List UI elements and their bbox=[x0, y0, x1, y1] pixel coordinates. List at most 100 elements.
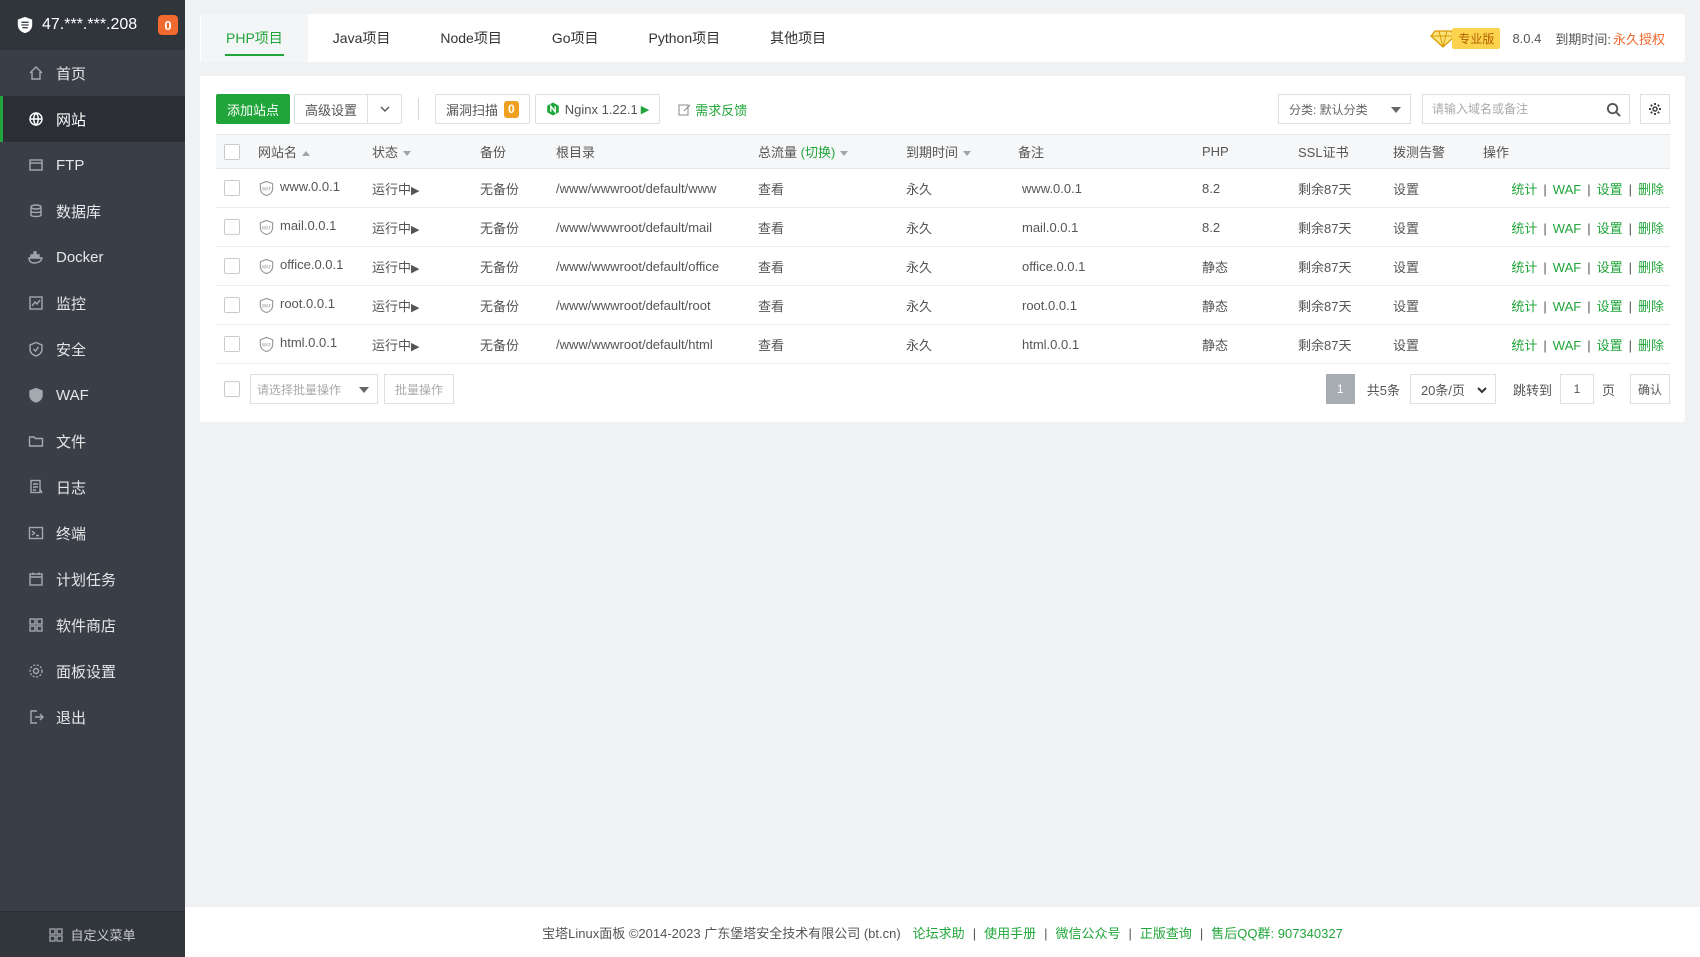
op-link-3[interactable]: 删除 bbox=[1638, 182, 1664, 197]
waf-shield-icon[interactable]: WAF bbox=[258, 219, 275, 236]
op-link-0[interactable]: 统计 bbox=[1511, 182, 1537, 197]
waf-shield-icon[interactable]: WAF bbox=[258, 258, 275, 275]
op-link-2[interactable]: 设置 bbox=[1597, 299, 1623, 314]
site-root[interactable]: /www/wwwroot/default/office bbox=[556, 246, 758, 286]
footer-link-0[interactable]: 论坛求助 bbox=[913, 926, 965, 941]
op-link-2[interactable]: 设置 bbox=[1597, 260, 1623, 275]
sidebar-item-11[interactable]: 计划任务 bbox=[0, 556, 185, 602]
site-expire[interactable]: 永久 bbox=[906, 168, 1018, 208]
footer-link-4[interactable]: 售后QQ群: 907340327 bbox=[1211, 926, 1343, 941]
site-remark[interactable]: office.0.0.1 bbox=[1018, 246, 1202, 286]
sidebar-item-6[interactable]: 安全 bbox=[0, 326, 185, 372]
site-traffic[interactable]: 查看 bbox=[758, 324, 906, 364]
site-php[interactable]: 静态 bbox=[1202, 285, 1298, 325]
site-traffic[interactable]: 查看 bbox=[758, 285, 906, 325]
batch-action-button[interactable]: 批量操作 bbox=[384, 374, 455, 404]
search-input[interactable] bbox=[1423, 95, 1606, 123]
site-name-link[interactable]: www.0.0.1 bbox=[280, 179, 340, 194]
col-name[interactable]: 网站名 bbox=[258, 134, 372, 169]
site-remark[interactable]: www.0.0.1 bbox=[1018, 168, 1202, 208]
footer-link-2[interactable]: 微信公众号 bbox=[1055, 926, 1120, 941]
site-ssl[interactable]: 剩余87天 bbox=[1298, 168, 1393, 208]
sidebar-item-9[interactable]: 日志 bbox=[0, 464, 185, 510]
site-expire[interactable]: 永久 bbox=[906, 246, 1018, 286]
site-status[interactable]: 运行中▶ bbox=[372, 285, 480, 325]
tab-project-2[interactable]: Node项目 bbox=[415, 14, 526, 62]
site-probe[interactable]: 设置 bbox=[1393, 207, 1483, 247]
col-status[interactable]: 状态 bbox=[372, 134, 480, 169]
site-name-link[interactable]: mail.0.0.1 bbox=[280, 218, 336, 233]
site-status[interactable]: 运行中▶ bbox=[372, 207, 480, 247]
waf-shield-icon[interactable]: WAF bbox=[258, 336, 275, 353]
site-probe[interactable]: 设置 bbox=[1393, 324, 1483, 364]
site-ssl[interactable]: 剩余87天 bbox=[1298, 285, 1393, 325]
site-probe[interactable]: 设置 bbox=[1393, 168, 1483, 208]
op-link-0[interactable]: 统计 bbox=[1511, 299, 1537, 314]
notification-badge[interactable]: 0 bbox=[158, 15, 178, 35]
jump-page-input[interactable]: 1 bbox=[1559, 374, 1594, 404]
page-current[interactable]: 1 bbox=[1325, 374, 1355, 404]
footer-link-1[interactable]: 使用手册 bbox=[984, 926, 1036, 941]
custom-menu-button[interactable]: 自定义菜单 bbox=[0, 911, 185, 957]
row-checkbox[interactable] bbox=[224, 180, 240, 197]
op-link-0[interactable]: 统计 bbox=[1511, 260, 1537, 275]
server-ip[interactable]: 47.***.***.208 bbox=[42, 16, 158, 34]
waf-shield-icon[interactable]: WAF bbox=[258, 180, 275, 197]
sidebar-item-8[interactable]: 文件 bbox=[0, 418, 185, 464]
advanced-settings-button[interactable]: 高级设置 bbox=[294, 94, 369, 124]
site-root[interactable]: /www/wwwroot/default/root bbox=[556, 285, 758, 325]
feedback-link[interactable]: 需求反馈 bbox=[678, 100, 747, 119]
site-php[interactable]: 静态 bbox=[1202, 324, 1298, 364]
row-checkbox[interactable] bbox=[224, 219, 240, 236]
sidebar-item-13[interactable]: 面板设置 bbox=[0, 648, 185, 694]
site-ssl[interactable]: 剩余87天 bbox=[1298, 207, 1393, 247]
site-expire[interactable]: 永久 bbox=[906, 324, 1018, 364]
sidebar-item-3[interactable]: 数据库 bbox=[0, 188, 185, 234]
site-root[interactable]: /www/wwwroot/default/html bbox=[556, 324, 758, 364]
op-link-1[interactable]: WAF bbox=[1553, 338, 1581, 353]
site-backup[interactable]: 无备份 bbox=[480, 168, 556, 208]
op-link-2[interactable]: 设置 bbox=[1597, 182, 1623, 197]
tab-project-4[interactable]: Python项目 bbox=[624, 14, 746, 62]
op-link-2[interactable]: 设置 bbox=[1597, 338, 1623, 353]
site-status[interactable]: 运行中▶ bbox=[372, 324, 480, 364]
op-link-1[interactable]: WAF bbox=[1553, 221, 1581, 236]
site-traffic[interactable]: 查看 bbox=[758, 246, 906, 286]
batch-select-all-checkbox[interactable] bbox=[224, 381, 240, 397]
panel-version[interactable]: 8.0.4 bbox=[1512, 31, 1541, 46]
site-expire[interactable]: 永久 bbox=[906, 207, 1018, 247]
traffic-switch-link[interactable]: (切换) bbox=[801, 145, 836, 160]
vuln-scan-button[interactable]: 漏洞扫描 0 bbox=[435, 94, 530, 124]
op-link-3[interactable]: 删除 bbox=[1638, 221, 1664, 236]
op-link-0[interactable]: 统计 bbox=[1511, 221, 1537, 236]
site-expire[interactable]: 永久 bbox=[906, 285, 1018, 325]
jump-confirm-button[interactable]: 确认 bbox=[1629, 374, 1670, 404]
site-ssl[interactable]: 剩余87天 bbox=[1298, 324, 1393, 364]
site-remark[interactable]: mail.0.0.1 bbox=[1018, 207, 1202, 247]
site-name-link[interactable]: root.0.0.1 bbox=[280, 296, 335, 311]
tab-project-3[interactable]: Go项目 bbox=[527, 14, 624, 62]
op-link-1[interactable]: WAF bbox=[1553, 260, 1581, 275]
sidebar-item-4[interactable]: Docker bbox=[0, 234, 185, 280]
site-backup[interactable]: 无备份 bbox=[480, 285, 556, 325]
op-link-1[interactable]: WAF bbox=[1553, 182, 1581, 197]
site-traffic[interactable]: 查看 bbox=[758, 207, 906, 247]
select-all-checkbox[interactable] bbox=[224, 143, 240, 160]
sidebar-item-0[interactable]: 首页 bbox=[0, 50, 185, 96]
site-ssl[interactable]: 剩余87天 bbox=[1298, 246, 1393, 286]
site-remark[interactable]: root.0.0.1 bbox=[1018, 285, 1202, 325]
site-php[interactable]: 8.2 bbox=[1202, 168, 1298, 208]
sidebar-item-1[interactable]: 网站 bbox=[0, 96, 185, 142]
site-root[interactable]: /www/wwwroot/default/www bbox=[556, 168, 758, 208]
table-settings-button[interactable] bbox=[1640, 94, 1670, 124]
site-probe[interactable]: 设置 bbox=[1393, 285, 1483, 325]
site-backup[interactable]: 无备份 bbox=[480, 324, 556, 364]
site-status[interactable]: 运行中▶ bbox=[372, 246, 480, 286]
site-root[interactable]: /www/wwwroot/default/mail bbox=[556, 207, 758, 247]
site-php[interactable]: 8.2 bbox=[1202, 207, 1298, 247]
page-size-select[interactable]: 20条/页 bbox=[1409, 374, 1496, 404]
edition-badge[interactable]: 专业版 bbox=[1430, 27, 1501, 49]
row-checkbox[interactable] bbox=[224, 336, 240, 353]
waf-shield-icon[interactable]: WAF bbox=[258, 297, 275, 314]
site-remark[interactable]: html.0.0.1 bbox=[1018, 324, 1202, 364]
